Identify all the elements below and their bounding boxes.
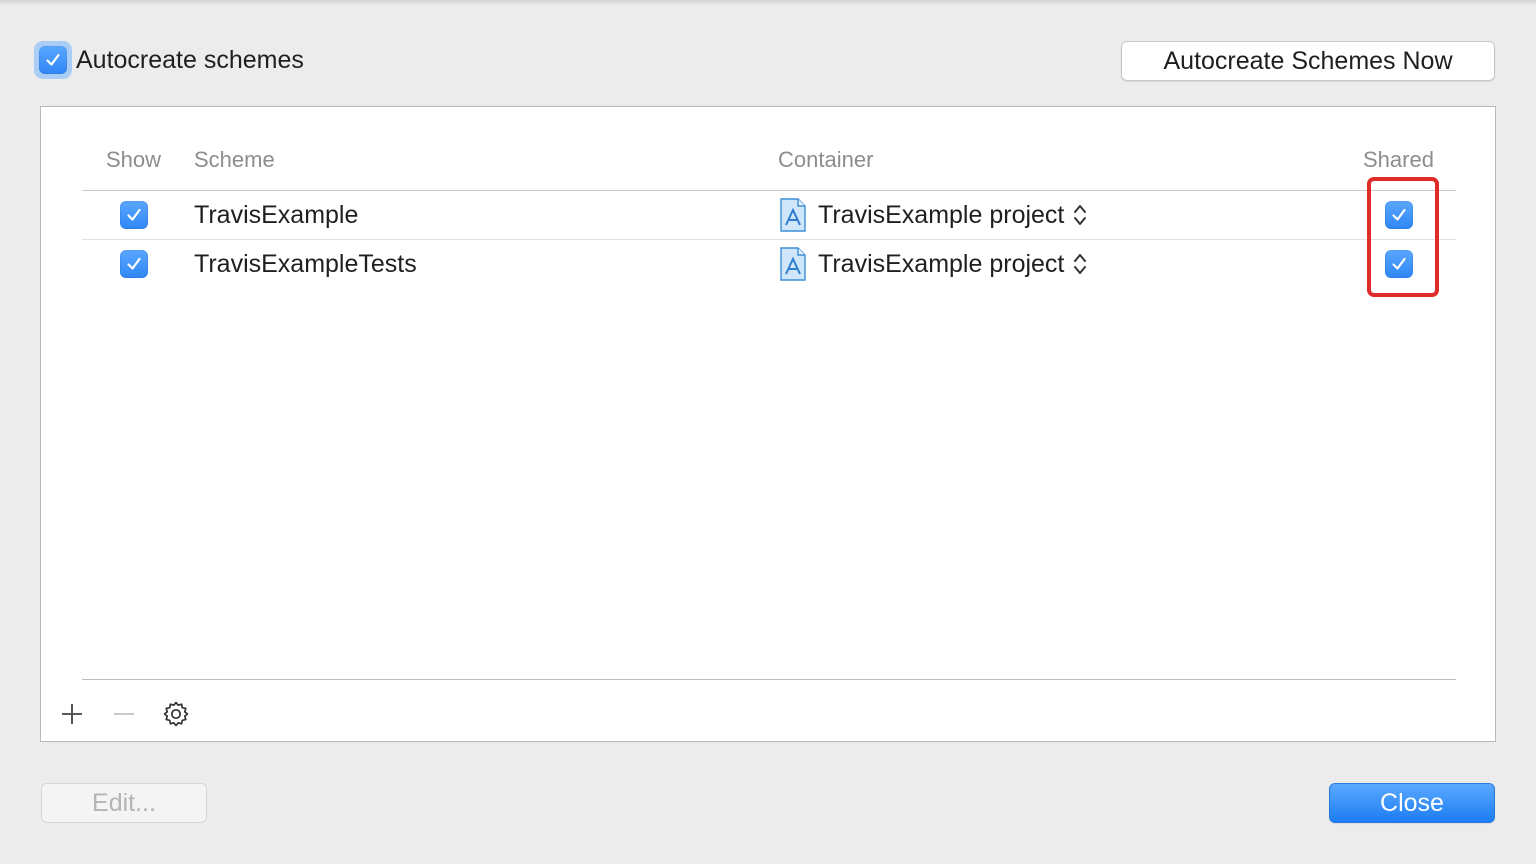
xcode-project-file-icon (780, 247, 806, 281)
container-label: TravisExample project (818, 200, 1065, 229)
close-button[interactable]: Close (1329, 783, 1495, 823)
xcode-project-file-icon (780, 198, 806, 232)
autocreate-checkbox-focus-ring (34, 41, 72, 79)
column-header-shared[interactable]: Shared (1363, 147, 1434, 173)
up-down-chevron-icon (1074, 205, 1087, 225)
column-header-container[interactable]: Container (778, 147, 873, 173)
container-popup[interactable]: TravisExample project (780, 197, 1088, 233)
gear-icon (163, 701, 189, 727)
schemes-table-panel: Show Scheme Container Shared TravisExamp… (40, 106, 1496, 742)
table-row[interactable]: TravisExample TravisExample project (82, 191, 1456, 239)
table-row[interactable]: TravisExampleTests TravisExample project (82, 240, 1456, 288)
scheme-action-menu-button[interactable] (161, 699, 191, 729)
remove-scheme-button[interactable] (109, 699, 139, 729)
window-top-shade (0, 0, 1536, 6)
column-header-scheme[interactable]: Scheme (194, 147, 275, 173)
autocreate-schemes-option[interactable]: Autocreate schemes (34, 40, 304, 80)
checkmark-icon (46, 53, 60, 66)
checkmark-icon (127, 208, 141, 221)
autocreate-checkbox[interactable] (39, 46, 67, 74)
add-scheme-button[interactable] (57, 699, 87, 729)
scheme-name: TravisExample (194, 201, 359, 229)
container-label: TravisExample project (818, 249, 1065, 278)
shared-column-highlight-box (1367, 177, 1439, 297)
minus-icon (114, 713, 134, 715)
up-down-chevron-icon (1074, 254, 1087, 274)
checkmark-icon (127, 257, 141, 270)
table-bottom-divider (82, 679, 1456, 680)
scheme-name: TravisExampleTests (194, 250, 417, 278)
show-checkbox[interactable] (120, 201, 148, 229)
show-checkbox[interactable] (120, 250, 148, 278)
autocreate-label: Autocreate schemes (76, 45, 304, 74)
plus-icon (62, 704, 82, 724)
autocreate-schemes-now-button[interactable]: Autocreate Schemes Now (1121, 41, 1495, 81)
column-header-show[interactable]: Show (106, 147, 161, 173)
edit-button[interactable]: Edit... (41, 783, 207, 823)
container-popup[interactable]: TravisExample project (780, 246, 1088, 282)
